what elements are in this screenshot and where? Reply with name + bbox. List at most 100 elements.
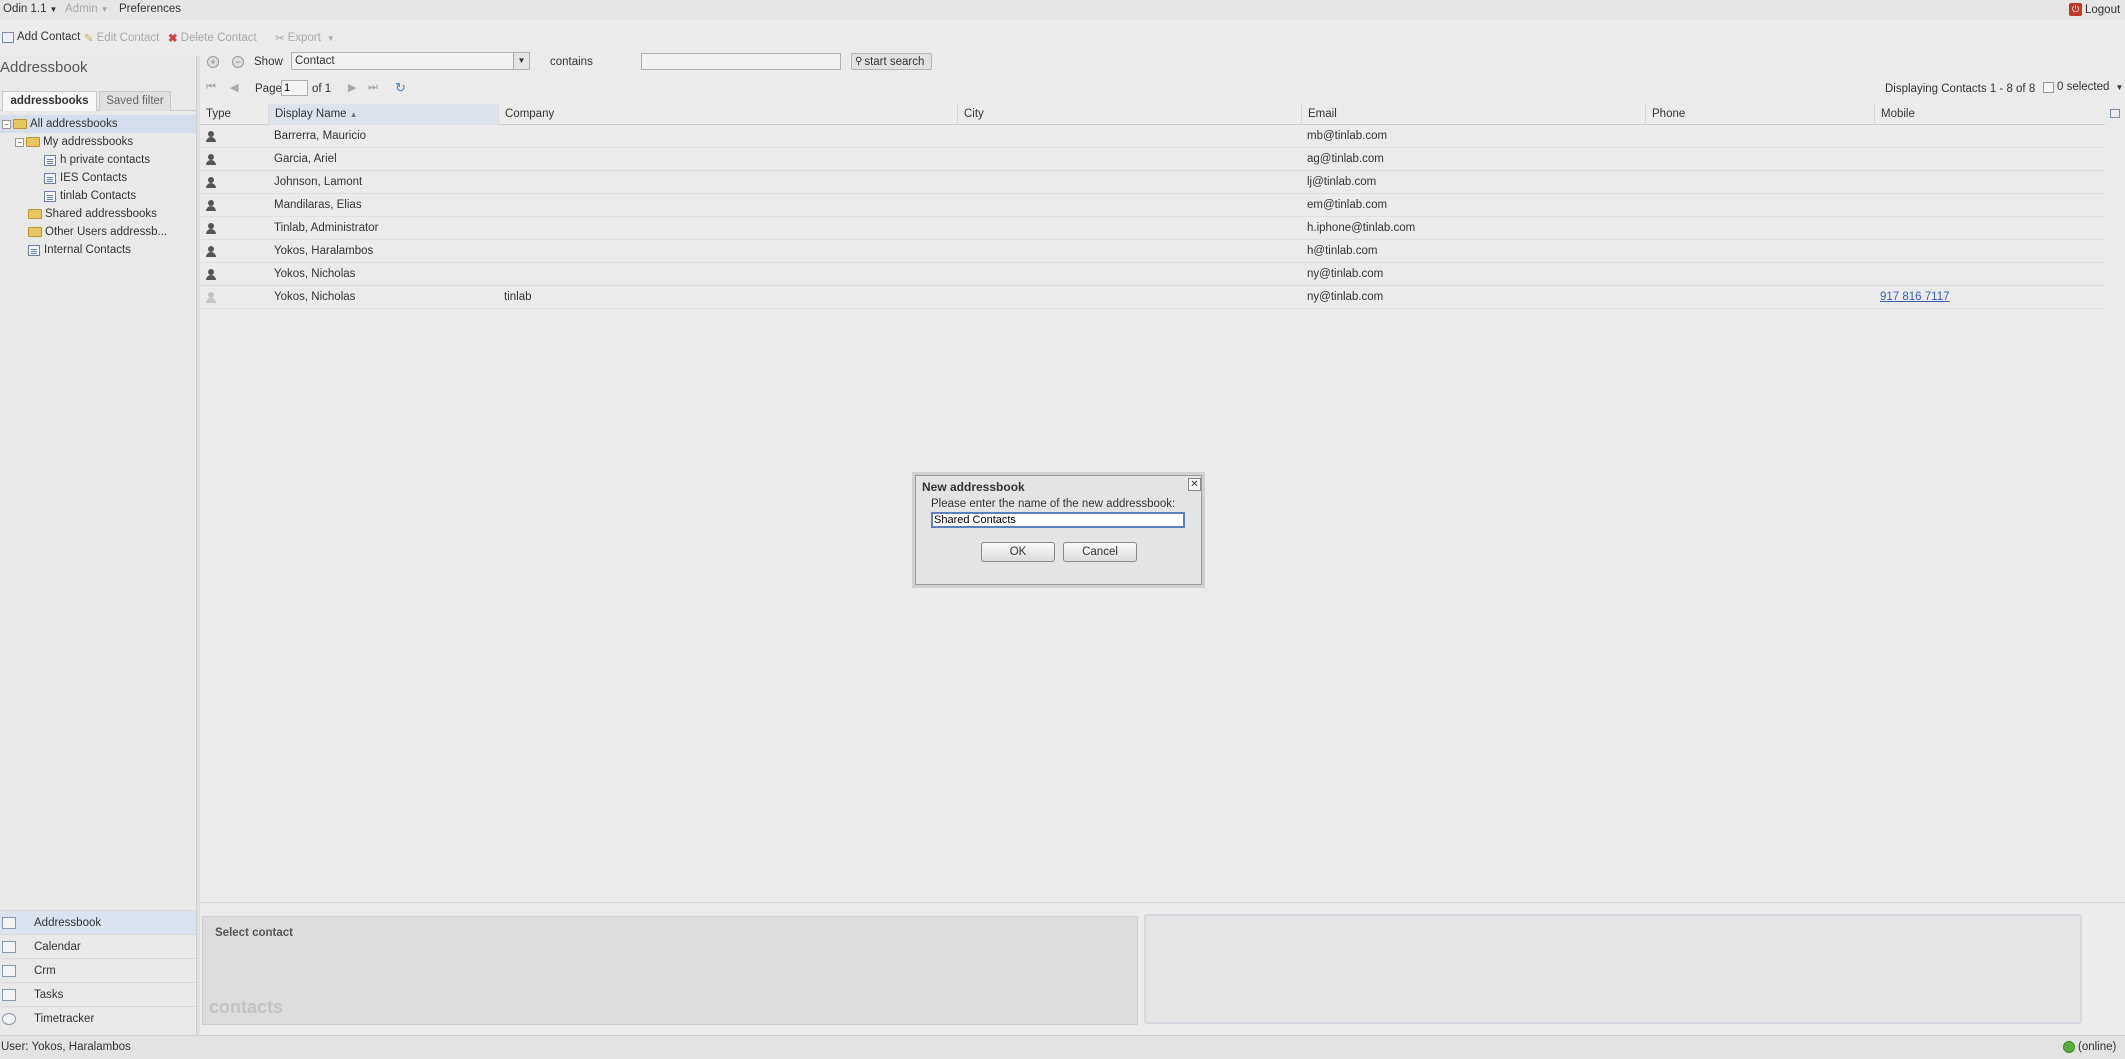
tree-item-my-addressbooks[interactable]: − My addressbooks [0,133,196,151]
column-display-name[interactable]: Display Name ▲ [268,104,498,125]
table-row[interactable]: Mandilaras, Elias em@tinlab.com [200,194,2105,217]
cell-mobile [1874,263,2105,286]
dialog-prompt: Please enter the name of the new address… [931,498,1176,510]
collapse-icon[interactable]: − [2,119,11,129]
table-row[interactable]: Yokos, Haralambos h@tinlab.com [200,240,2105,263]
filter-operator[interactable]: contains [550,56,593,68]
search-input[interactable] [641,53,841,70]
detail-splitter[interactable] [200,902,2125,906]
cell-company: tinlab [504,291,532,303]
refresh-icon[interactable]: ↻ [395,80,406,96]
table-row[interactable]: Johnson, Lamont lj@tinlab.com [200,171,2105,194]
nav-calendar[interactable]: Calendar [0,934,196,958]
selected-count: 0 selected [2057,81,2110,93]
first-page-icon[interactable]: ⏮ [206,81,216,94]
start-search-button[interactable]: ⚲ start search [851,53,932,70]
selection-menu[interactable]: 0 selected ▼ [2043,81,2123,93]
cell-email: ag@tinlab.com [1307,153,1384,165]
cell-city [957,171,1301,194]
chevron-down-icon[interactable]: ▼ [513,53,529,69]
nav-label: Crm [34,964,56,977]
edit-contact-label: Edit Contact [96,32,160,44]
tab-addressbooks[interactable]: addressbooks [2,91,97,111]
admin-menu-label: Admin [65,3,98,15]
delete-contact-button[interactable]: ✖ Delete Contact [168,31,257,45]
export-label: Export [287,32,321,44]
online-status[interactable]: (online) [2063,1041,2116,1053]
table-row[interactable]: Tinlab, Administrator h.iphone@tinlab.co… [200,217,2105,240]
folder-icon [28,227,42,237]
sort-ascending-icon: ▲ [349,110,358,119]
remove-filter-icon[interactable]: − [232,56,244,68]
next-page-icon[interactable]: ▶ [348,81,356,94]
tab-saved-filter[interactable]: Saved filter [99,91,171,111]
cell-mobile [1874,217,2105,240]
tree-item-other-users[interactable]: Other Users addressb... [0,223,196,241]
app-menu[interactable]: Odin 1.1 ▼ [3,3,57,15]
detail-watermark: contacts [209,997,284,1017]
cell-display-name: Johnson, Lamont [274,176,363,188]
add-filter-icon[interactable]: + [207,56,219,68]
close-icon[interactable]: ✕ [1188,478,1201,491]
column-mobile[interactable]: Mobile [1874,104,2105,125]
add-contact-button[interactable]: Add Contact [2,31,80,43]
chevron-down-icon: ▼ [49,5,58,14]
cell-display-name: Yokos, Haralambos [274,245,374,257]
nav-tasks[interactable]: Tasks [0,982,196,1006]
prev-page-icon[interactable]: ◀ [230,81,238,94]
online-status-icon [2063,1041,2075,1053]
addressbook-icon [44,172,56,184]
admin-menu[interactable]: Admin ▼ [65,3,109,15]
nav-timetracker[interactable]: Timetracker [0,1006,196,1030]
calendar-icon [2,940,16,953]
tree-item-shared-addressbooks[interactable]: Shared addressbooks [0,205,196,223]
collapse-icon[interactable]: − [15,137,24,147]
page-number-input[interactable] [281,80,308,96]
table-row[interactable]: Barrerra, Mauricio mb@tinlab.com [200,125,2105,148]
nav-addressbook[interactable]: Addressbook [0,910,196,934]
cell-email: ny@tinlab.com [1307,268,1384,280]
tree-item-ies-contacts[interactable]: IES Contacts [0,169,196,187]
current-user: User: Yokos, Haralambos [1,1041,131,1053]
folder-icon [28,209,42,219]
cell-email: mb@tinlab.com [1307,130,1388,142]
tree-item-tinlab-contacts[interactable]: tinlab Contacts [0,187,196,205]
contact-icon [206,292,216,303]
cell-company [498,148,957,171]
clock-icon [2,1012,16,1025]
tree-item-all-addressbooks[interactable]: − All addressbooks [0,115,196,133]
cell-mobile-link[interactable]: 917 816 7117 [1874,286,2105,309]
nav-label: Tasks [34,988,64,1001]
tree-item-h-private-contacts[interactable]: h private contacts [0,151,196,169]
tasks-check-icon [2,988,16,1001]
addressbook-name-input[interactable] [931,512,1185,528]
preferences-menu[interactable]: Preferences [119,3,181,15]
binoculars-icon: ⚲ [855,56,863,67]
logout-button[interactable]: ⏻ Logout [2069,3,2120,16]
nav-crm[interactable]: Crm [0,958,196,982]
nav-label: Timetracker [34,1012,95,1025]
table-row[interactable]: Yokos, Nicholas ny@tinlab.com [200,263,2105,286]
addressbook-icon [28,244,40,256]
cell-mobile [1874,171,2105,194]
cell-phone [1645,171,1874,194]
column-company[interactable]: Company [498,104,957,125]
export-button[interactable]: ✂ Export ▼ [275,31,335,45]
cell-display-name: Mandilaras, Elias [274,199,362,211]
contact-icon [206,131,216,142]
table-row[interactable]: Yokos, Nicholas tinlab ny@tinlab.com 917… [200,286,2105,309]
table-row[interactable]: Garcia, Ariel ag@tinlab.com [200,148,2105,171]
delete-contact-label: Delete Contact [180,32,257,44]
filter-field-select[interactable]: Contact ▼ [291,52,530,70]
ok-button[interactable]: OK [981,542,1055,562]
cancel-button[interactable]: Cancel [1063,542,1137,562]
column-type[interactable]: Type [200,104,268,125]
column-email[interactable]: Email [1301,104,1645,125]
tree-item-internal-contacts[interactable]: Internal Contacts [0,241,196,259]
column-city[interactable]: City [957,104,1301,125]
cell-company [498,125,957,148]
edit-contact-button[interactable]: ✎ Edit Contact [84,31,159,45]
column-chooser-icon[interactable] [2110,109,2120,118]
last-page-icon[interactable]: ⏭ [368,81,378,94]
column-phone[interactable]: Phone [1645,104,1874,125]
